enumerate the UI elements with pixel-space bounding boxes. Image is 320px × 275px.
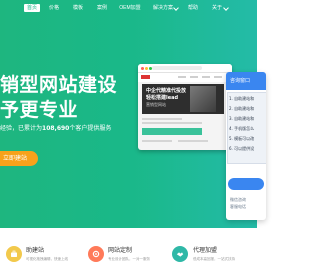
mockup-text-line	[178, 140, 208, 142]
mockup-menu-item	[190, 76, 198, 78]
consult-send-button[interactable]	[228, 178, 264, 190]
hero-subtitle-prefix: 经验，已累计为	[0, 125, 43, 132]
mockup-text-line	[142, 140, 172, 142]
mockup-menu-item	[214, 76, 222, 78]
consult-footer-phone[interactable]: 客服电话	[230, 204, 246, 210]
consult-question-item[interactable]: 2. 自助建站和	[229, 106, 254, 112]
nav-item-pricing[interactable]: 价格	[47, 4, 61, 12]
hero-subtitle: 经验，已累计为108,690个客户提供服务	[0, 125, 111, 133]
mockup-text-line	[142, 118, 182, 120]
feature-desc-agent-join: 低成本高回报，一站式扶持	[193, 257, 235, 261]
handshake-icon	[172, 246, 188, 262]
hero-title-line2: 予更专业	[0, 99, 79, 121]
mockup-headline-line2: 轻松搭建lead	[146, 95, 179, 101]
window-dot-icon	[145, 67, 148, 70]
consult-question-item[interactable]: 6. 可以提供设	[229, 146, 254, 152]
nav-item-home[interactable]: 首页	[24, 4, 40, 12]
hero-subtitle-suffix: 个客户提供服务	[69, 125, 112, 132]
hero-customer-count: 108,690	[42, 125, 70, 132]
consult-title: 咨询窗口	[230, 78, 251, 84]
website-mockup: 中企代精准代投放 轻松搭建lead 营销型网站	[138, 64, 232, 150]
briefcase-icon	[6, 246, 22, 262]
top-nav: 首页 价格 模板 案例 OEM加盟 解决方案 帮助 关于	[0, 0, 257, 16]
feature-title-agent-join[interactable]: 代理加盟	[193, 247, 217, 255]
mockup-banner	[142, 128, 202, 135]
feature-title-self-build[interactable]: 助建站	[26, 247, 44, 255]
hero-banner: 首页 价格 模板 案例 OEM加盟 解决方案 帮助 关于 销型网站建设 予更专业…	[0, 0, 257, 228]
nav-item-help[interactable]: 帮助	[186, 4, 200, 12]
chevron-down-icon	[223, 5, 229, 11]
nav-item-templates[interactable]: 模板	[71, 4, 85, 12]
nav-item-cases[interactable]: 案例	[95, 4, 109, 12]
feature-desc-custom-site: 专业设计团队，一对一服务	[108, 257, 150, 261]
mockup-text-line	[142, 122, 202, 124]
mockup-hero-image	[190, 86, 216, 112]
chevron-down-icon	[173, 5, 179, 11]
build-site-button[interactable]: 立即建站	[0, 151, 38, 166]
consult-question-item[interactable]: 1. 自助建站和	[229, 96, 254, 102]
nav-item-oem[interactable]: OEM加盟	[118, 4, 142, 12]
consult-footer-wechat[interactable]: 微信咨询	[230, 197, 246, 203]
mockup-menu-item	[202, 76, 210, 78]
mockup-logo	[141, 75, 150, 79]
consult-question-item[interactable]: 3. 自助建站和	[229, 116, 254, 122]
nav-item-about[interactable]: 关于	[210, 4, 224, 12]
hero-title-line1: 销型网站建设	[0, 74, 118, 96]
window-dot-icon	[141, 67, 144, 70]
nav-item-solutions[interactable]: 解决方案	[152, 4, 174, 12]
gear-icon	[88, 246, 104, 262]
feature-desc-self-build: 可视化拖拽编辑，快速上线	[26, 257, 68, 261]
consult-window[interactable]: 咨询窗口 1. 自助建站和 2. 自助建站和 3. 自助建站和 4. 手机版怎么…	[226, 72, 266, 220]
feature-title-custom-site[interactable]: 网站定制	[108, 247, 132, 255]
consult-question-item[interactable]: 4. 手机版怎么	[229, 126, 254, 132]
mockup-caption: 营销型网站	[146, 102, 166, 107]
mockup-headline-line1: 中企代精准代投放	[146, 88, 187, 94]
mockup-address-bar	[152, 66, 202, 70]
mockup-menu-item	[178, 76, 186, 78]
consult-question-item[interactable]: 5. 模板可以改	[229, 136, 254, 142]
